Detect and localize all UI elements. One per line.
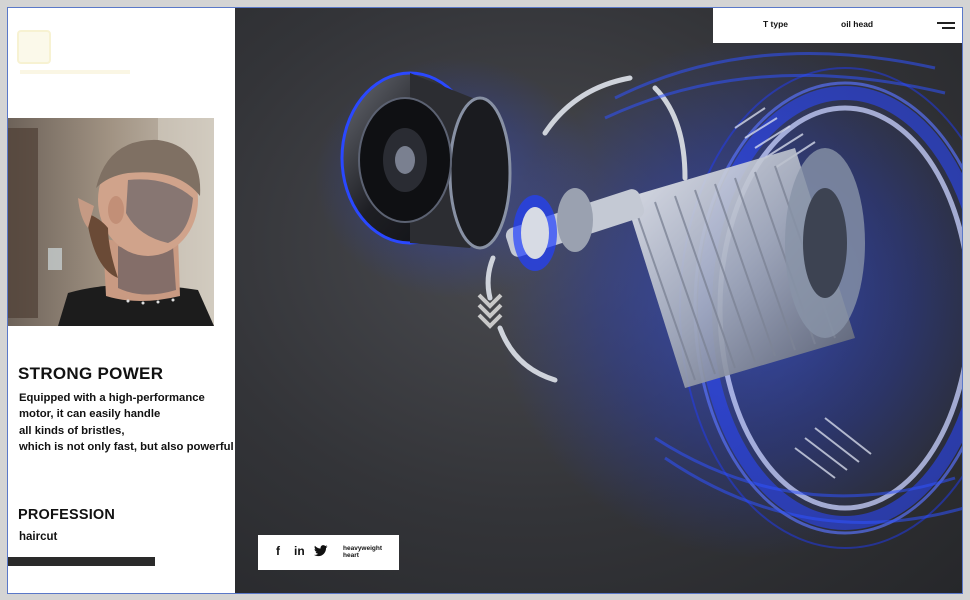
- nav-item-t-type[interactable]: T type: [763, 19, 788, 29]
- logo: [17, 30, 51, 64]
- social-links: f in heavyweight heart: [258, 535, 399, 570]
- hamburger-icon[interactable]: [937, 22, 955, 30]
- facebook-icon[interactable]: f: [276, 544, 280, 558]
- twitter-icon[interactable]: [314, 545, 328, 560]
- linkedin-icon[interactable]: in: [294, 544, 305, 558]
- profession-title: PROFESSION: [18, 507, 116, 523]
- description-line: all kinds of bristles,: [19, 424, 125, 437]
- nav-item-oil-head[interactable]: oil head: [841, 19, 873, 29]
- logo-underline: [20, 70, 130, 74]
- motor-illustration: [315, 38, 962, 558]
- page-frame: STRONG POWER Equipped with a high-perfor…: [7, 7, 963, 594]
- left-panel: STRONG POWER Equipped with a high-perfor…: [8, 8, 235, 593]
- barber-photo: [8, 118, 214, 326]
- scroll-down-icon[interactable]: [475, 291, 505, 329]
- description-line: Equipped with a high-performance: [19, 392, 205, 404]
- top-nav: T type oil head: [713, 8, 962, 43]
- profession-value: haircut: [19, 531, 58, 543]
- social-tagline: heavyweight heart: [343, 545, 383, 559]
- section-description: Equipped with a high-performance motor, …: [19, 390, 234, 456]
- description-line: which is not only fast, but also powerfu…: [19, 441, 234, 454]
- section-title: STRONG POWER: [18, 364, 164, 383]
- description-line: motor, it can easily handle: [19, 408, 161, 421]
- hero-motor-image: [235, 8, 962, 593]
- decorative-bar: [8, 557, 155, 566]
